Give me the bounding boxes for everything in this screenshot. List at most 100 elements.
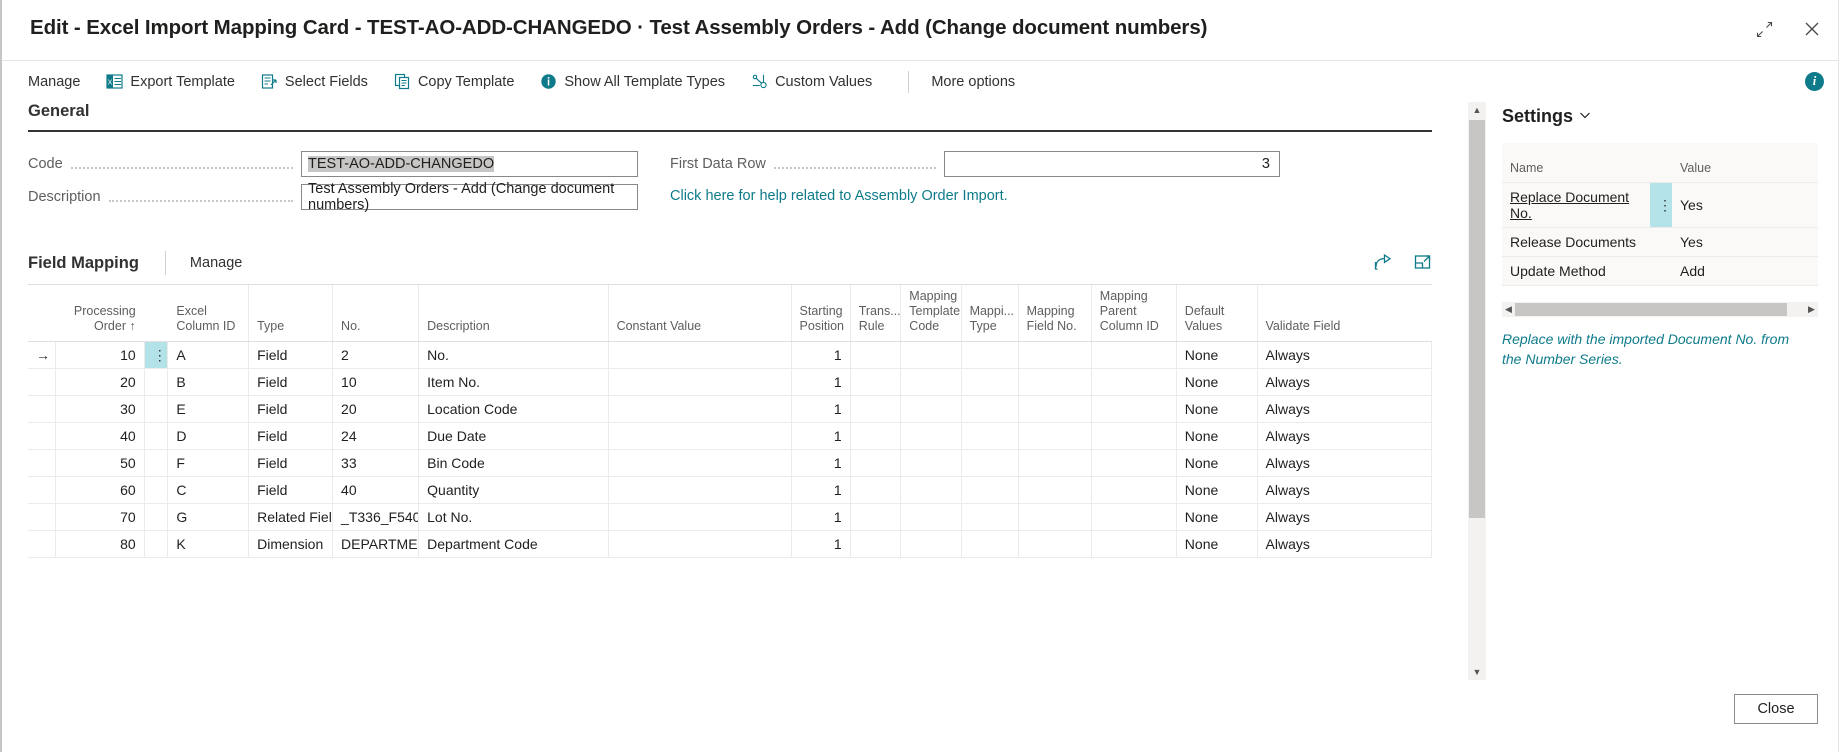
assembly-order-help-link[interactable]: Click here for help related to Assembly … bbox=[670, 188, 1008, 204]
cell-map-tpl-code[interactable] bbox=[900, 530, 962, 558]
cell-map-field-no[interactable] bbox=[1018, 503, 1092, 531]
cell-default-values[interactable]: None bbox=[1176, 530, 1258, 558]
cell-map-type[interactable] bbox=[961, 476, 1019, 504]
cell-no[interactable]: 10 bbox=[332, 368, 420, 396]
scroll-thumb[interactable] bbox=[1469, 120, 1485, 518]
cell-map-tpl-code[interactable] bbox=[900, 503, 962, 531]
cell-start-pos[interactable]: 1 bbox=[791, 422, 851, 450]
col-mapping-parent-column-id[interactable]: Mapping Parent Column ID bbox=[1091, 285, 1177, 342]
col-type[interactable]: Type bbox=[248, 285, 334, 342]
cell-excel-col[interactable]: A bbox=[167, 341, 250, 369]
table-row[interactable]: → 10 ⋮ A Field 2 No. 1 None Always bbox=[28, 341, 1433, 369]
page-info-icon[interactable]: i bbox=[1805, 72, 1824, 91]
vertical-dots-icon[interactable]: ⋮ bbox=[1658, 197, 1672, 213]
cell-map-type[interactable] bbox=[961, 503, 1019, 531]
factbox-row-menu-button[interactable] bbox=[1650, 227, 1672, 257]
cell-constant[interactable] bbox=[608, 341, 792, 369]
factbox-cell-name[interactable]: Update Method bbox=[1502, 256, 1650, 286]
cell-description[interactable]: Due Date bbox=[418, 422, 609, 450]
cell-map-tpl-code[interactable] bbox=[900, 476, 962, 504]
cell-description[interactable]: Quantity bbox=[418, 476, 609, 504]
cell-type[interactable]: Field bbox=[248, 422, 334, 450]
table-row[interactable]: 20 B Field 10 Item No. 1 None Always bbox=[28, 368, 1433, 396]
cell-trans-rule[interactable] bbox=[850, 449, 902, 477]
col-validate-field[interactable]: Validate Field bbox=[1257, 285, 1432, 342]
scroll-up-arrow[interactable]: ▲ bbox=[1468, 102, 1486, 118]
cell-constant[interactable] bbox=[608, 503, 792, 531]
row-menu-button[interactable]: ⋮ bbox=[144, 341, 169, 369]
cell-excel-col[interactable]: G bbox=[167, 503, 250, 531]
factbox-cell-value[interactable]: Add bbox=[1672, 256, 1818, 286]
restore-button[interactable] bbox=[1748, 13, 1780, 45]
table-row[interactable]: 70 GRelated Field_T336_F5400Lot No. 1 NoneA… bbox=[28, 503, 1433, 531]
table-row[interactable]: 60 C Field 40 Quantity 1 None Always bbox=[28, 476, 1433, 504]
cell-type[interactable]: Field bbox=[248, 395, 334, 423]
factbox-row-menu-button[interactable] bbox=[1650, 256, 1672, 286]
cell-map-parent-col[interactable] bbox=[1091, 422, 1177, 450]
row-menu-button[interactable] bbox=[144, 368, 169, 396]
cell-map-type[interactable] bbox=[961, 449, 1019, 477]
cell-validate-field[interactable]: Always bbox=[1257, 341, 1433, 369]
row-menu-button[interactable] bbox=[144, 395, 169, 423]
cell-start-pos[interactable]: 1 bbox=[791, 503, 851, 531]
cell-map-field-no[interactable] bbox=[1018, 476, 1092, 504]
share-icon[interactable] bbox=[1372, 251, 1394, 273]
col-starting-position[interactable]: Starting Position bbox=[791, 285, 851, 342]
cell-default-values[interactable]: None bbox=[1176, 395, 1258, 423]
cell-excel-col[interactable]: E bbox=[167, 395, 250, 423]
factbox-cell-name[interactable]: Release Documents bbox=[1502, 227, 1650, 257]
cell-trans-rule[interactable] bbox=[850, 341, 902, 369]
factbox-row[interactable]: Release Documents Yes bbox=[1502, 227, 1818, 257]
cell-type[interactable]: Field bbox=[248, 368, 334, 396]
cell-no[interactable]: 2 bbox=[332, 341, 420, 369]
cell-type[interactable]: Field bbox=[248, 341, 334, 369]
factbox-title-row[interactable]: Settings bbox=[1494, 106, 1824, 127]
col-transformation-rule[interactable]: Trans... Rule bbox=[850, 285, 902, 342]
description-input[interactable]: Test Assembly Orders - Add (Change docum… bbox=[301, 181, 638, 213]
content-vertical-scrollbar[interactable]: ▲ ▼ bbox=[1468, 102, 1486, 680]
cell-map-type[interactable] bbox=[961, 368, 1019, 396]
cell-default-values[interactable]: None bbox=[1176, 341, 1258, 369]
cell-map-parent-col[interactable] bbox=[1091, 368, 1177, 396]
cell-type[interactable]: Dimension bbox=[248, 530, 334, 558]
cell-validate-field[interactable]: Always bbox=[1257, 395, 1433, 423]
cell-constant[interactable] bbox=[608, 449, 792, 477]
row-menu-button[interactable] bbox=[144, 422, 169, 450]
cell-no[interactable]: 33 bbox=[332, 449, 420, 477]
chevron-down-icon[interactable] bbox=[1578, 106, 1592, 127]
cell-trans-rule[interactable] bbox=[850, 422, 902, 450]
field-mapping-manage-button[interactable]: Manage bbox=[190, 255, 242, 271]
more-options-button[interactable]: More options bbox=[931, 74, 1015, 90]
cell-map-type[interactable] bbox=[961, 530, 1019, 558]
cell-constant[interactable] bbox=[608, 368, 792, 396]
cell-default-values[interactable]: None bbox=[1176, 476, 1258, 504]
cell-map-parent-col[interactable] bbox=[1091, 530, 1177, 558]
table-row[interactable]: 30 E Field 20 Location Code 1 None Always bbox=[28, 395, 1433, 423]
cell-excel-col[interactable]: C bbox=[167, 476, 250, 504]
cell-processing-order[interactable]: 80 bbox=[55, 530, 145, 558]
scroll-thumb[interactable] bbox=[1515, 303, 1787, 316]
row-menu-button[interactable] bbox=[144, 503, 169, 531]
cell-trans-rule[interactable] bbox=[850, 503, 902, 531]
code-input[interactable]: TEST-AO-ADD-CHANGEDO bbox=[301, 150, 638, 177]
cell-excel-col[interactable]: K bbox=[167, 530, 250, 558]
cell-map-tpl-code[interactable] bbox=[900, 449, 962, 477]
table-row[interactable]: 80 KDimensionDEPARTMENTDepartment Code 1 No… bbox=[28, 530, 1433, 558]
cell-start-pos[interactable]: 1 bbox=[791, 395, 851, 423]
factbox-col-name[interactable]: Name bbox=[1502, 143, 1650, 183]
cell-type[interactable]: Field bbox=[248, 476, 334, 504]
col-default-values[interactable]: Default Values bbox=[1176, 285, 1258, 342]
cell-map-tpl-code[interactable] bbox=[900, 395, 962, 423]
cell-excel-col[interactable]: B bbox=[167, 368, 250, 396]
close-dialog-button[interactable]: Close bbox=[1734, 694, 1818, 724]
cell-map-tpl-code[interactable] bbox=[900, 341, 962, 369]
col-no[interactable]: No. bbox=[332, 285, 420, 342]
cell-validate-field[interactable]: Always bbox=[1257, 449, 1433, 477]
cell-constant[interactable] bbox=[608, 395, 792, 423]
cell-default-values[interactable]: None bbox=[1176, 449, 1258, 477]
cell-map-tpl-code[interactable] bbox=[900, 368, 962, 396]
cell-map-parent-col[interactable] bbox=[1091, 449, 1177, 477]
cell-map-parent-col[interactable] bbox=[1091, 503, 1177, 531]
cell-map-parent-col[interactable] bbox=[1091, 395, 1177, 423]
cell-type[interactable]: Field bbox=[248, 449, 334, 477]
